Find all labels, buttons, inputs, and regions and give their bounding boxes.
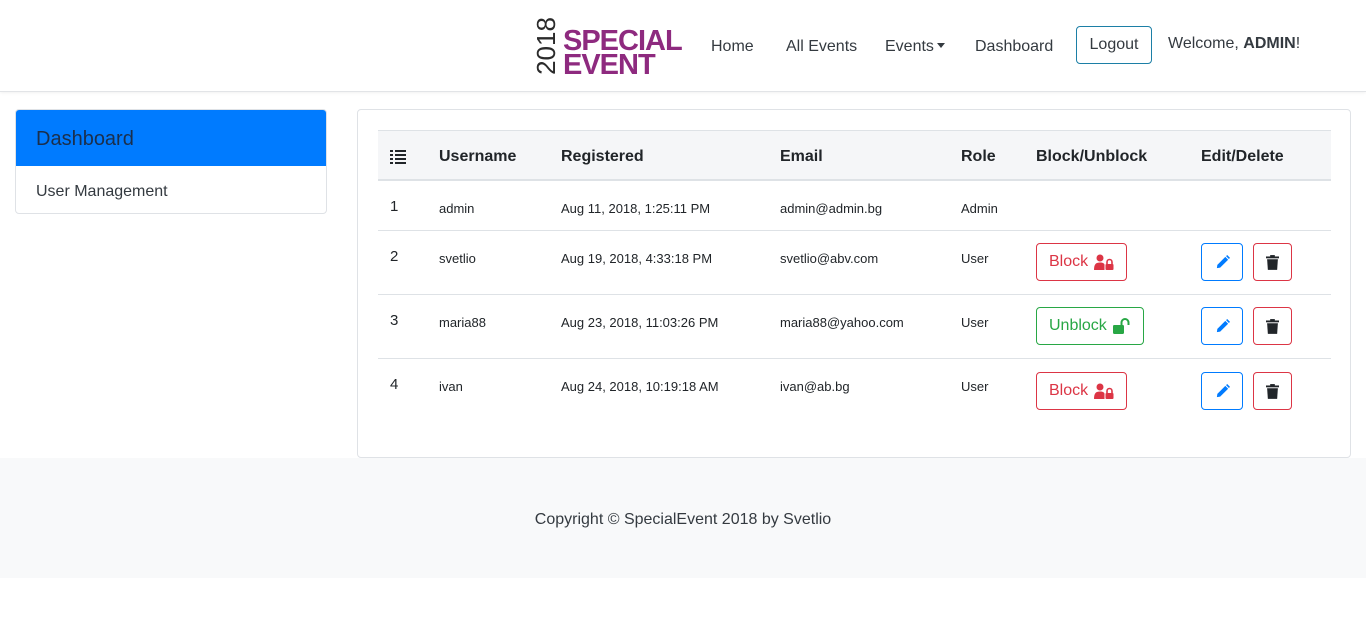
table-row: 2 svetlio Aug 19, 2018, 4:33:18 PM svetl… [378,231,1331,295]
unblock-button[interactable]: Unblock [1036,307,1144,345]
pencil-icon [1216,318,1230,332]
row-index: 2 [390,248,399,265]
block-button[interactable]: Block [1036,243,1128,281]
row-role: User [961,315,989,330]
list-icon [390,150,406,164]
block-button-label: Block [1049,382,1089,399]
sidebar-item-dashboard[interactable]: Dashboard [16,110,326,166]
row-username: admin [439,201,475,216]
trash-icon [1266,318,1279,334]
pencil-icon [1216,254,1230,268]
row-index: 3 [390,312,399,329]
row-role: User [961,379,989,394]
column-header-email: Email [780,148,823,165]
nav-home-link[interactable]: Home [711,38,754,56]
nav-all-events-link[interactable]: All Events [786,38,857,56]
table-row: 4 ivan Aug 24, 2018, 10:19:18 AM ivan@ab… [378,359,1331,423]
navbar: 2018 SPECIAL EVENT Home All Events Event… [0,0,1366,92]
column-header-registered: Registered [561,148,644,165]
sidebar-item-user-management[interactable]: User Management [16,166,326,213]
delete-button[interactable] [1253,243,1292,281]
pencil-icon [1216,383,1230,397]
delete-button[interactable] [1253,307,1292,345]
row-username: maria88 [439,315,486,330]
caret-down-icon [936,43,945,48]
row-registered: Aug 24, 2018, 10:19:18 AM [561,379,719,394]
nav-dashboard-link[interactable]: Dashboard [975,38,1053,56]
unlock-icon [1112,318,1130,334]
row-username: svetlio [439,251,476,266]
delete-button[interactable] [1253,372,1292,410]
user-lock-icon [1094,383,1114,399]
logo-year: 2018 [531,17,561,75]
row-email: maria88@yahoo.com [780,315,904,330]
user-lock-icon [1094,254,1114,270]
row-role: Admin [961,201,998,216]
trash-icon [1266,254,1279,270]
column-header-role: Role [961,148,996,165]
unblock-button-label: Unblock [1049,317,1107,334]
table-row: 3 maria88 Aug 23, 2018, 11:03:26 PM mari… [378,295,1331,359]
welcome-prefix: Welcome, [1168,35,1244,52]
welcome-username: ADMIN [1243,35,1296,52]
block-button[interactable]: Block [1036,372,1128,410]
row-role: User [961,251,989,266]
welcome-message: Welcome, ADMIN! [1168,35,1300,53]
column-header-edit-delete: Edit/Delete [1201,148,1284,165]
logo-word-event: EVENT [563,49,656,81]
row-index: 1 [390,198,399,215]
column-header-block-unblock: Block/Unblock [1036,148,1148,165]
column-header-username: Username [439,148,517,165]
nav-events-dropdown[interactable]: Events [885,38,945,56]
table-header: Username Registered Email Role Block/Unb… [378,130,1331,181]
users-card: Username Registered Email Role Block/Unb… [357,109,1351,458]
edit-button[interactable] [1201,243,1243,281]
logout-button[interactable]: Logout [1076,26,1152,64]
row-registered: Aug 23, 2018, 11:03:26 PM [561,315,719,330]
row-email: svetlio@abv.com [780,251,879,266]
welcome-suffix: ! [1295,35,1301,52]
row-email: ivan@ab.bg [780,379,850,394]
table-row: 1 admin Aug 11, 2018, 1:25:11 PM admin@a… [378,181,1331,231]
row-email: admin@admin.bg [780,201,883,216]
footer: Copyright © SpecialEvent 2018 by Svetlio [0,458,1366,578]
row-registered: Aug 11, 2018, 1:25:11 PM [561,201,711,216]
nav-events-label: Events [885,38,934,55]
block-button-label: Block [1049,253,1089,270]
row-username: ivan [439,379,463,394]
edit-button[interactable] [1201,372,1243,410]
trash-icon [1266,383,1279,399]
site-logo[interactable]: 2018 SPECIAL EVENT [531,15,697,81]
row-registered: Aug 19, 2018, 4:33:18 PM [561,251,713,266]
sidebar: Dashboard User Management [15,109,327,214]
row-index: 4 [390,376,399,393]
copyright-text: Copyright © SpecialEvent 2018 by Svetlio [534,511,832,528]
edit-button[interactable] [1201,307,1243,345]
